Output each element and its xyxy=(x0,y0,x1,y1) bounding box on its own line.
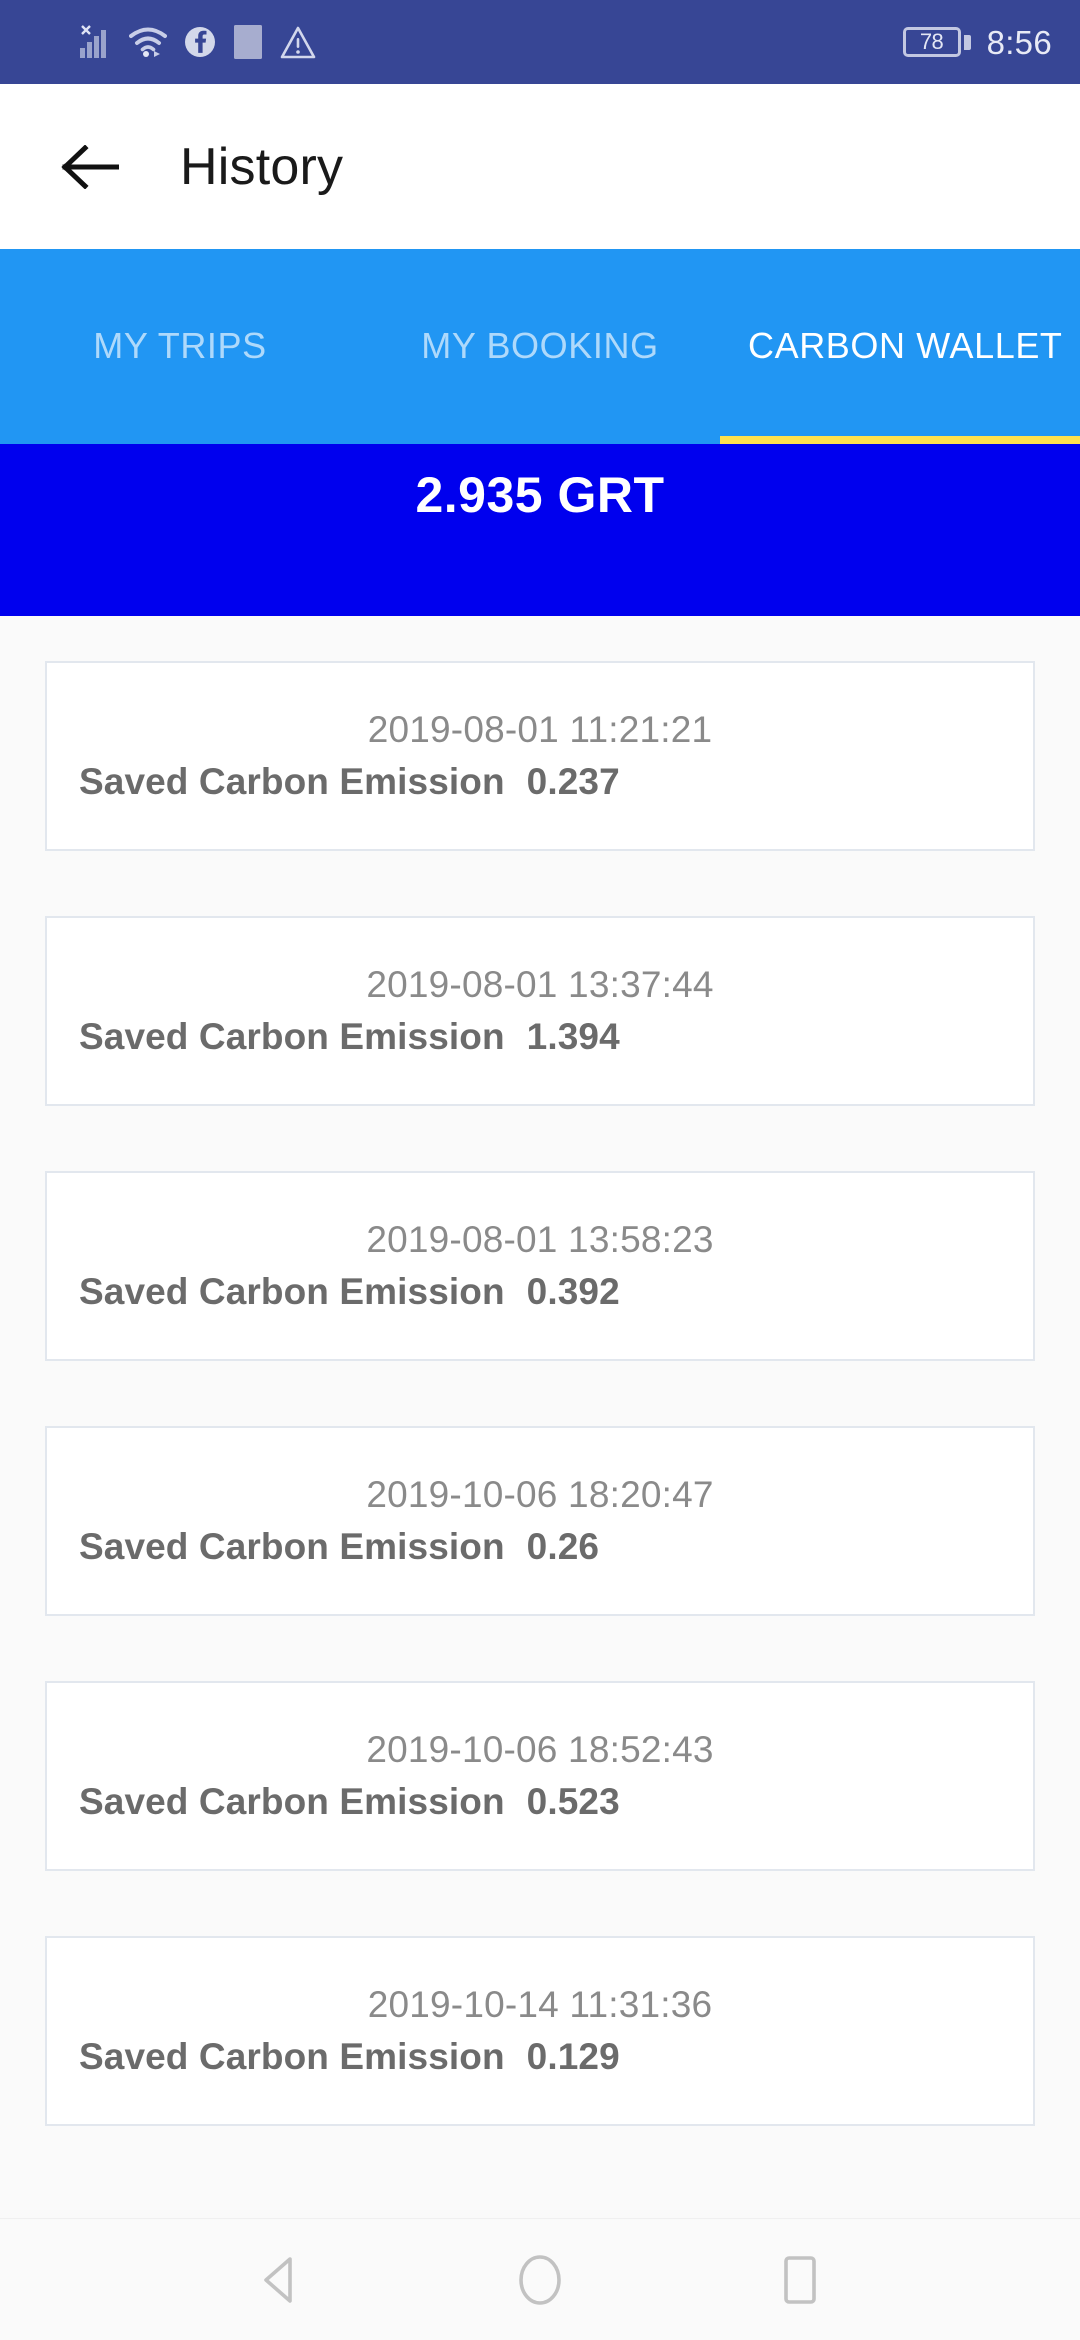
entry-row: Saved Carbon Emission 0.26 xyxy=(79,1526,1001,1568)
history-list[interactable]: 2019-08-01 11:21:21 Saved Carbon Emissio… xyxy=(0,616,1080,2218)
entry-timestamp: 2019-10-06 18:52:43 xyxy=(366,1729,714,1770)
page-title: History xyxy=(180,137,344,196)
entry-timestamp: 2019-08-01 11:21:21 xyxy=(367,709,713,750)
nav-home-button[interactable] xyxy=(485,2225,595,2335)
tab-carbon-wallet-label: CARBON WALLET xyxy=(748,325,1063,367)
entry-value: 0.237 xyxy=(526,761,620,802)
status-bar-clock: 8:56 xyxy=(986,23,1052,61)
app-bar: History xyxy=(0,84,1080,249)
warning-icon xyxy=(280,26,316,58)
tab-my-trips[interactable]: MY TRIPS xyxy=(0,249,360,444)
entry-value: 1.394 xyxy=(526,1016,620,1057)
list-item[interactable]: 2019-08-01 13:37:44 Saved Carbon Emissio… xyxy=(45,916,1035,1106)
battery-level-label: 78 xyxy=(919,29,944,54)
entry-label: Saved Carbon Emission xyxy=(79,1271,505,1312)
entry-value: 0.129 xyxy=(526,2036,620,2077)
entry-value: 0.392 xyxy=(526,1271,620,1312)
entry-value: 0.26 xyxy=(526,1526,600,1567)
entry-row: Saved Carbon Emission 0.392 xyxy=(79,1271,1001,1313)
wifi-icon xyxy=(129,27,167,57)
list-item[interactable]: 2019-10-06 18:20:47 Saved Carbon Emissio… xyxy=(45,1426,1035,1616)
battery-cap xyxy=(963,34,971,50)
nav-recents-button[interactable] xyxy=(745,2225,855,2335)
entry-timestamp: 2019-08-01 13:37:44 xyxy=(366,964,714,1005)
nav-recents-icon xyxy=(784,2255,816,2304)
entry-timestamp: 2019-08-01 13:58:23 xyxy=(366,1219,714,1260)
entry-timestamp: 2019-10-14 11:31:36 xyxy=(367,1984,713,2025)
nav-back-button[interactable] xyxy=(225,2225,335,2335)
list-item[interactable]: 2019-08-01 11:21:21 Saved Carbon Emissio… xyxy=(45,661,1035,851)
entry-label: Saved Carbon Emission xyxy=(79,2036,505,2077)
entry-label: Saved Carbon Emission xyxy=(79,1526,505,1567)
status-bar-left-icons xyxy=(78,23,316,61)
list-item[interactable]: 2019-10-14 11:31:36 Saved Carbon Emissio… xyxy=(45,1936,1035,2126)
back-button[interactable] xyxy=(56,133,124,201)
phone-screen: 78 8:56 History MY TRIPS MY BOOKING CARB… xyxy=(0,0,1080,2340)
tab-my-booking-label: MY BOOKING xyxy=(421,325,659,367)
entry-row: Saved Carbon Emission 0.237 xyxy=(79,761,1001,803)
back-arrow-icon xyxy=(61,144,119,189)
active-tab-indicator xyxy=(720,436,1080,444)
entry-label: Saved Carbon Emission xyxy=(79,1781,505,1822)
app-icon xyxy=(234,25,262,59)
nav-back-icon xyxy=(264,2256,292,2303)
signal-icon xyxy=(80,25,106,58)
tab-my-trips-label: MY TRIPS xyxy=(93,325,267,367)
android-nav-bar xyxy=(0,2218,1080,2340)
entry-row: Saved Carbon Emission 1.394 xyxy=(79,1016,1001,1058)
balance-amount: 2.935 GRT xyxy=(415,467,665,523)
entry-label: Saved Carbon Emission xyxy=(79,1016,505,1057)
tab-carbon-wallet[interactable]: CARBON WALLET xyxy=(720,249,1080,444)
entry-row: Saved Carbon Emission 0.129 xyxy=(79,2036,1001,2078)
battery-indicator: 78 xyxy=(902,27,971,57)
carbon-wallet-balance-banner: 2.935 GRT xyxy=(0,444,1080,616)
nav-home-icon xyxy=(519,2254,561,2305)
status-bar-right: 78 8:56 xyxy=(902,23,1052,61)
entry-timestamp: 2019-10-06 18:20:47 xyxy=(366,1474,714,1515)
tab-bar: MY TRIPS MY BOOKING CARBON WALLET xyxy=(0,249,1080,444)
entry-label: Saved Carbon Emission xyxy=(79,761,505,802)
list-item[interactable]: 2019-08-01 13:58:23 Saved Carbon Emissio… xyxy=(45,1171,1035,1361)
tab-my-booking[interactable]: MY BOOKING xyxy=(360,249,720,444)
entry-value: 0.523 xyxy=(526,1781,620,1822)
list-item[interactable]: 2019-10-06 18:52:43 Saved Carbon Emissio… xyxy=(45,1681,1035,1871)
facebook-icon xyxy=(185,27,215,57)
status-bar: 78 8:56 xyxy=(0,0,1080,84)
entry-row: Saved Carbon Emission 0.523 xyxy=(79,1781,1001,1823)
